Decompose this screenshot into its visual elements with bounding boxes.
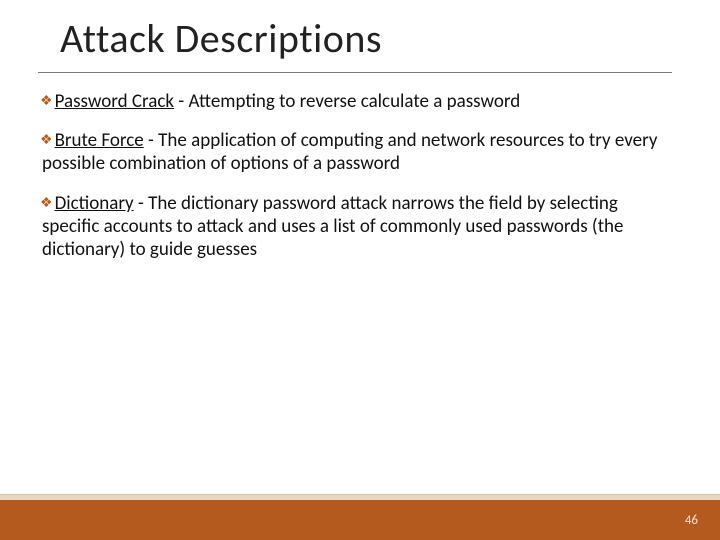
diamond-bullet-icon: ❖ [40, 131, 53, 148]
term: Brute Force [55, 129, 144, 152]
slide-number: 46 [685, 513, 698, 528]
footer-bar: 46 [0, 500, 720, 540]
bullet-item: ❖Password Crack - Attempting to reverse … [42, 90, 668, 113]
slide: Attack Descriptions ❖Password Crack - At… [0, 0, 720, 540]
bullet-item: ❖Brute Force - The application of comput… [42, 129, 668, 175]
diamond-bullet-icon: ❖ [40, 194, 53, 211]
desc: - Attempting to reverse calculate a pass… [174, 90, 520, 113]
slide-title: Attack Descriptions [60, 14, 382, 63]
diamond-bullet-icon: ❖ [40, 92, 53, 109]
term: Password Crack [55, 90, 174, 113]
term: Dictionary [55, 192, 134, 215]
body-text: ❖Password Crack - Attempting to reverse … [42, 90, 668, 277]
title-underline [38, 72, 672, 73]
bullet-item: ❖Dictionary - The dictionary password at… [42, 192, 668, 262]
